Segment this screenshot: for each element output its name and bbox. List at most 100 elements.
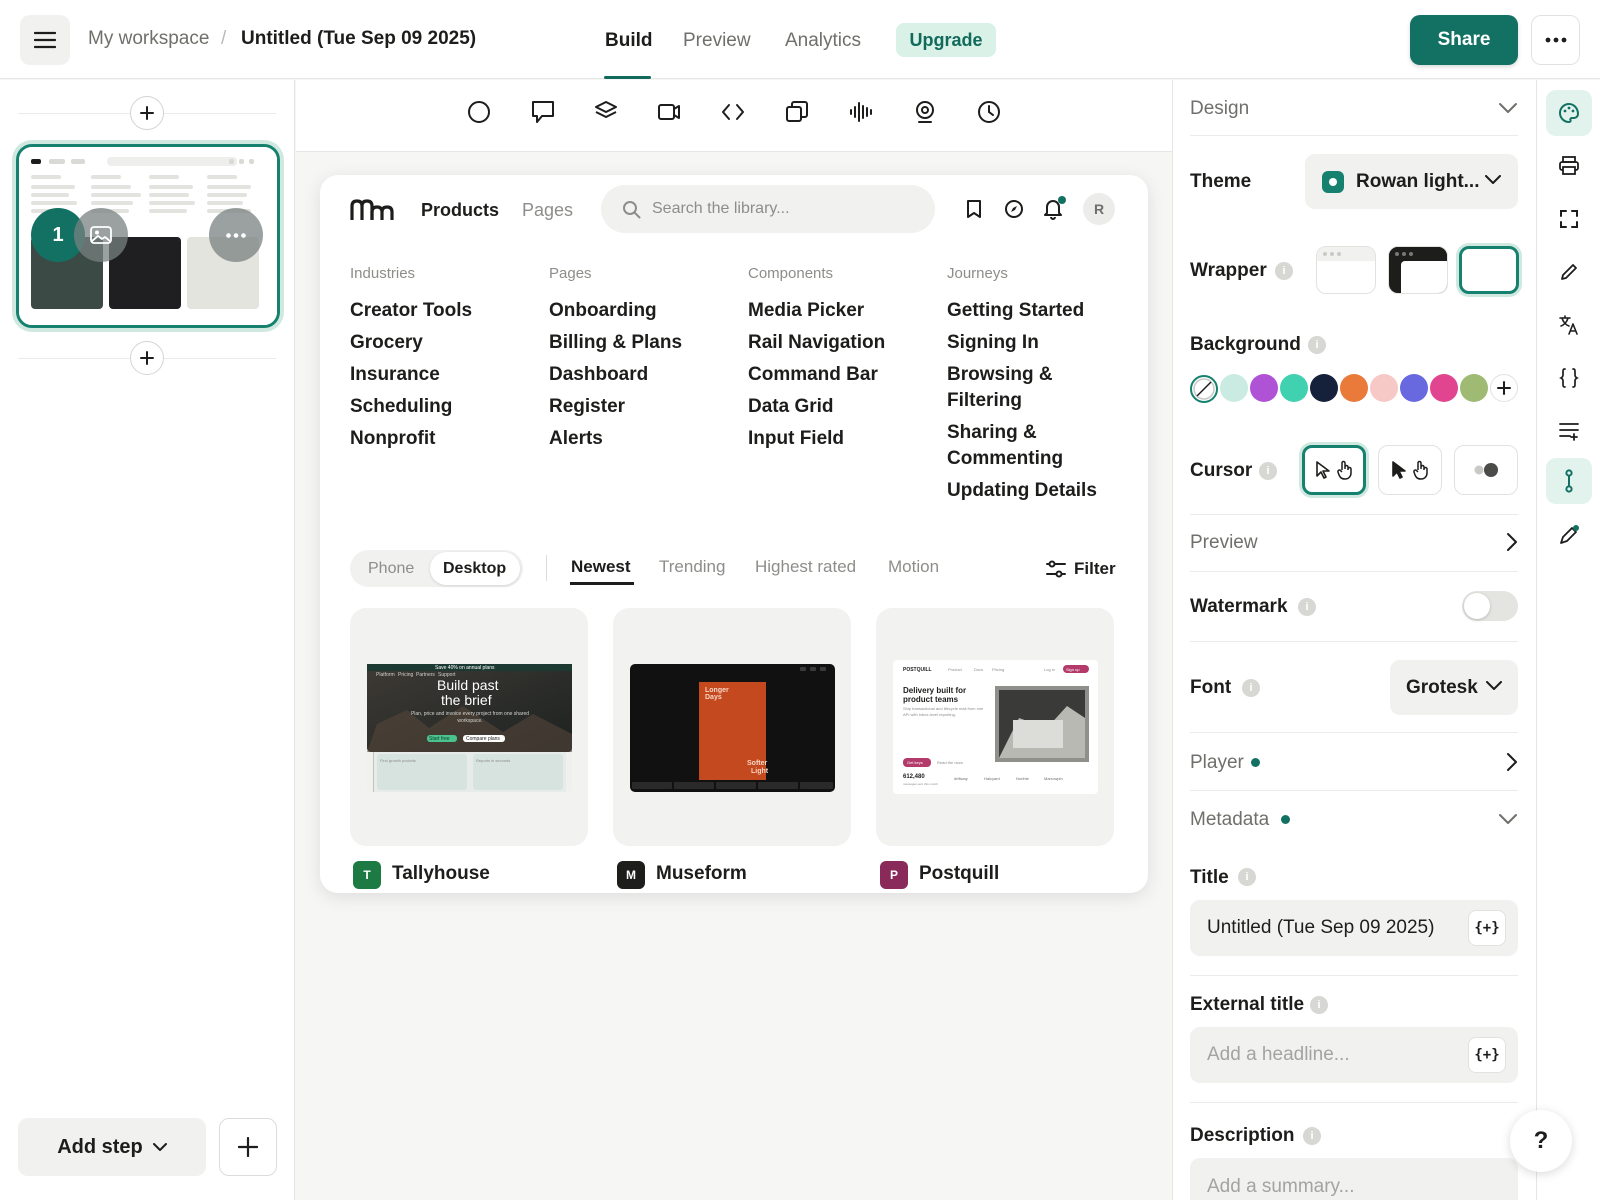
app-name-museform[interactable]: Museform [656,863,747,885]
menu-item[interactable]: Billing & Plans [549,330,682,356]
menu-item[interactable]: Command Bar [748,362,878,388]
share-button[interactable]: Share [1410,15,1518,65]
library-logo-icon[interactable] [350,198,394,222]
tab-analytics[interactable]: Analytics [785,29,861,53]
menu-item[interactable]: Creator Tools [350,298,472,324]
menu-item[interactable]: Dashboard [549,362,648,388]
background-swatch[interactable] [1460,374,1488,402]
tab-preview[interactable]: Preview [683,29,751,53]
info-icon[interactable]: i [1310,996,1328,1014]
menu-item[interactable]: Register [549,394,625,420]
player-settings-row[interactable]: Player [1190,751,1244,775]
background-swatch[interactable] [1430,374,1458,402]
preview-settings-row[interactable]: Preview [1190,531,1258,555]
menu-item[interactable]: Filtering [947,388,1022,414]
app-name-postquill[interactable]: Postquill [919,863,999,885]
sort-highest-rated[interactable]: Highest rated [755,557,856,577]
timer-tool-icon[interactable] [976,99,1002,125]
menu-button[interactable] [20,15,70,65]
background-swatch[interactable] [1280,374,1308,402]
video-tool-icon[interactable] [656,99,682,125]
menu-item[interactable]: Data Grid [748,394,834,420]
no-background-swatch-icon[interactable] [1189,374,1219,404]
rail-annotate-button[interactable] [1546,512,1592,558]
menu-item[interactable]: Sharing & [947,420,1037,446]
insert-step-below-button[interactable] [130,341,164,375]
menu-item[interactable]: Scheduling [350,394,452,420]
cursor-option-outline[interactable] [1302,445,1366,495]
add-step-plus-button[interactable] [219,1118,277,1176]
info-icon[interactable]: i [1242,679,1260,697]
replace-image-button[interactable] [74,208,128,262]
insert-variable-button[interactable]: {+} [1468,910,1506,946]
compass-icon[interactable] [1004,199,1024,219]
upgrade-button[interactable]: Upgrade [896,23,996,57]
rail-translate-button[interactable] [1546,302,1592,348]
app-thumbnail-museform[interactable]: Longer Days Softer Light [613,608,851,846]
audio-tool-icon[interactable] [848,99,874,125]
menu-item[interactable]: Rail Navigation [748,330,885,356]
rail-print-button[interactable] [1546,143,1592,189]
tab-build[interactable]: Build [605,29,653,53]
sort-motion[interactable]: Motion [888,557,939,577]
device-phone-option[interactable]: Phone [368,560,414,578]
add-step-button[interactable]: Add step [18,1118,206,1176]
chevron-right-icon[interactable] [1506,532,1518,552]
rail-fullscreen-button[interactable] [1546,196,1592,242]
more-options-button[interactable] [1531,15,1580,65]
insert-variable-button[interactable]: {+} [1468,1037,1506,1073]
background-swatch[interactable] [1400,374,1428,402]
sort-trending[interactable]: Trending [659,557,725,577]
code-tool-icon[interactable] [720,99,746,125]
rail-variables-button[interactable] [1546,355,1592,401]
menu-item[interactable]: Getting Started [947,298,1084,324]
sort-newest[interactable]: Newest [571,557,631,577]
hotspot-circle-tool-icon[interactable] [466,99,492,125]
app-name-tallyhouse[interactable]: Tallyhouse [392,863,490,885]
help-button[interactable]: ? [1510,1110,1572,1172]
cursor-option-dot[interactable] [1454,445,1518,495]
rail-edit-button[interactable] [1546,249,1592,295]
cursor-option-solid[interactable] [1378,445,1442,495]
insert-step-above-button[interactable] [130,96,164,130]
menu-item[interactable]: Signing In [947,330,1039,356]
rail-design-button[interactable] [1546,90,1592,136]
duplicate-tool-icon[interactable] [784,99,810,125]
menu-item[interactable]: Grocery [350,330,423,356]
preview-nav-products[interactable]: Products [421,199,499,221]
menu-item[interactable]: Browsing & [947,362,1053,388]
design-section-header[interactable]: Design [1190,97,1249,121]
background-swatch[interactable] [1340,374,1368,402]
webcam-tool-icon[interactable] [912,99,938,125]
menu-item[interactable]: Onboarding [549,298,657,324]
background-swatch[interactable] [1310,374,1338,402]
callout-tool-icon[interactable] [530,99,556,125]
chevron-down-icon[interactable] [1498,102,1518,114]
layers-tool-icon[interactable] [593,99,619,125]
breadcrumb-workspace[interactable]: My workspace [88,27,209,51]
background-swatch[interactable] [1220,374,1248,402]
user-avatar[interactable]: R [1083,193,1115,225]
background-swatch[interactable] [1250,374,1278,402]
info-icon[interactable]: i [1298,598,1316,616]
info-icon[interactable]: i [1308,336,1326,354]
device-desktop-option[interactable]: Desktop [443,560,506,578]
chevron-right-icon[interactable] [1506,752,1518,772]
wrapper-option-dark[interactable] [1388,246,1448,294]
info-icon[interactable]: i [1303,1127,1321,1145]
bookmark-icon[interactable] [966,199,982,219]
info-icon[interactable]: i [1275,262,1293,280]
chevron-down-icon[interactable] [1498,813,1518,825]
app-thumbnail-postquill[interactable]: POSTQUILL Product Docs Pricing Log in Si… [876,608,1114,846]
menu-item[interactable]: Insurance [350,362,440,388]
menu-item[interactable]: Input Field [748,426,844,452]
menu-item[interactable]: Alerts [549,426,603,452]
info-icon[interactable]: i [1238,868,1256,886]
rail-flow-button[interactable] [1546,458,1592,504]
app-thumbnail-tallyhouse[interactable]: Save 40% on annual plans Platform Pricin… [350,608,588,846]
info-icon[interactable]: i [1259,462,1277,480]
menu-item[interactable]: Nonprofit [350,426,435,452]
filter-button[interactable]: Filter [1074,559,1116,579]
step-options-button[interactable] [209,208,263,262]
wrapper-option-none[interactable] [1459,246,1519,294]
